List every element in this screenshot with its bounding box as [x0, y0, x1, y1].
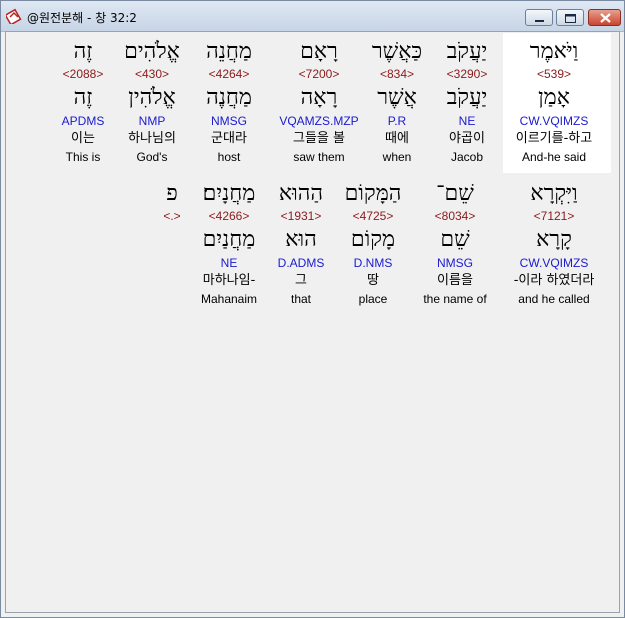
word-column[interactable]: רָאָם <7200> רָאָה VQAMZS.MZP 그들을 볼 saw them [269, 39, 369, 169]
hebrew-word: זֶה [73, 39, 93, 64]
title-bar[interactable]: @원전분해 - 창 32:2 [1, 1, 624, 32]
morph-code: CW.VQIMZS [519, 256, 589, 270]
hebrew-word: רָאָם [300, 39, 338, 64]
strong-number: <7121> [533, 209, 575, 223]
close-button[interactable] [588, 9, 621, 26]
word-column[interactable]: זֶה <2088> זֶה APDMS 이는 This is [33, 39, 133, 169]
close-icon [600, 13, 611, 23]
hebrew-word: וַיֹּאמֶר [529, 39, 579, 64]
minimize-button[interactable] [525, 9, 553, 26]
lemma-word: קָרָא [536, 227, 572, 252]
lemma-word: אָמַן [538, 85, 570, 110]
word-column[interactable]: וַיִּקְרָא <7121> קָרָא CW.VQIMZS -이라 하였더라 an… [504, 181, 604, 311]
korean-gloss: -이라 하였더라 [513, 273, 595, 288]
maximize-button[interactable] [556, 9, 584, 26]
maximize-icon [565, 14, 576, 23]
hebrew-word: פ [166, 181, 178, 206]
korean-gloss: 이는 [71, 131, 95, 146]
hebrew-word: וַיִּקְרָא [530, 181, 578, 206]
english-gloss: This is [65, 150, 101, 164]
strong-number: <7200> [298, 67, 340, 81]
morph-code: CW.VQIMZS [519, 114, 589, 128]
strong-number: <2088> [62, 67, 104, 81]
morph-code: APDMS [61, 114, 105, 128]
korean-gloss: 그들을 볼 [293, 131, 345, 146]
window-title: @원전분해 - 창 32:2 [27, 11, 137, 25]
english-gloss: and he called [518, 292, 590, 306]
english-gloss: And-he said [521, 150, 587, 164]
korean-gloss: 이르기를-하고 [515, 131, 593, 146]
english-gloss: saw them [293, 150, 345, 164]
morph-code: VQAMZS.MZP [279, 114, 359, 128]
lemma-word: זֶה [73, 85, 93, 110]
lemma-word: רָאָה [300, 85, 338, 110]
strong-number: <539> [536, 67, 572, 81]
word-column[interactable]: וַיֹּאמֶר <539> אָמַן CW.VQIMZS 이르기를-하고 And-h… [504, 39, 604, 169]
app-icon [6, 8, 22, 24]
strong-number: <.> [163, 209, 181, 223]
minimize-icon [535, 20, 544, 22]
app-window: @원전분해 - 창 32:2 וַיֹּאמֶר <539> אָמַן CW.VQI… [0, 0, 625, 618]
word-column[interactable]: פ <.> [122, 181, 222, 311]
